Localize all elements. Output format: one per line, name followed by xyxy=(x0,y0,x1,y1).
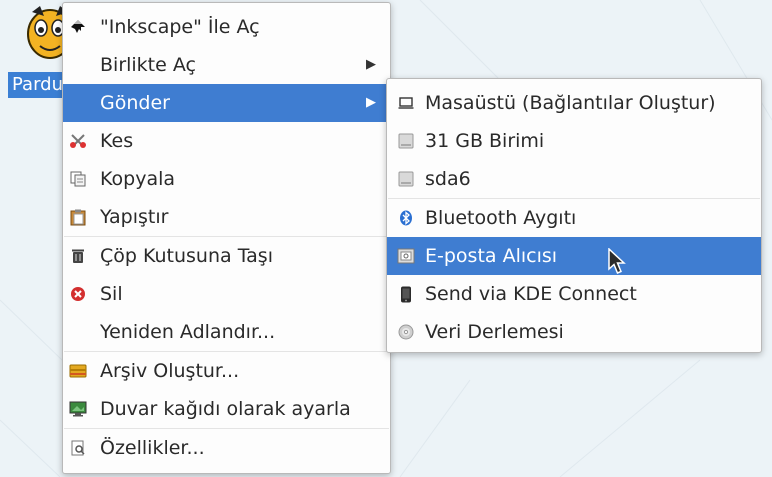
menu-item-label: Send via KDE Connect xyxy=(425,283,637,305)
menu-item-label: Gönder xyxy=(100,92,170,114)
menu-item-label: Kes xyxy=(100,130,134,152)
menu-item-label: E-posta Alıcısı xyxy=(425,245,558,267)
scissors-icon xyxy=(69,132,87,150)
menu-item-open-with-inkscape[interactable]: "Inkscape" İle Aç xyxy=(63,8,390,46)
menu-item-copy[interactable]: Kopyala xyxy=(63,160,390,198)
menu-item-label: Kopyala xyxy=(100,168,176,190)
menu-item-label: Yeniden Adlandır... xyxy=(100,321,276,343)
menu-item-create-archive[interactable]: Arşiv Oluştur... xyxy=(63,352,390,390)
clipboard-icon xyxy=(69,208,87,226)
submenu-item-data-compilation[interactable]: Veri Derlemesi xyxy=(387,313,761,351)
menu-item-properties[interactable]: Özellikler... xyxy=(63,429,390,467)
submenu-item-sda6[interactable]: sda6 xyxy=(387,160,761,198)
drive-icon xyxy=(397,132,415,150)
menu-item-label: 31 GB Birimi xyxy=(425,130,545,152)
menu-item-rename[interactable]: Yeniden Adlandır... xyxy=(63,313,390,351)
menu-item-set-wallpaper[interactable]: Duvar kağıdı olarak ayarla xyxy=(63,390,390,428)
desktop-icon-label[interactable]: Pardu xyxy=(8,72,67,98)
archive-icon xyxy=(69,362,87,380)
menu-item-label: Yapıştır xyxy=(100,206,169,228)
bluetooth-icon xyxy=(397,209,415,227)
phone-icon xyxy=(397,285,415,303)
drive-icon xyxy=(397,170,415,188)
menu-item-label: Arşiv Oluştur... xyxy=(100,360,240,382)
menu-item-move-to-trash[interactable]: Çöp Kutusuna Taşı xyxy=(63,237,390,275)
menu-item-label: Veri Derlemesi xyxy=(425,321,564,343)
menu-item-label: Bluetooth Aygıtı xyxy=(425,207,577,229)
submenu-item-email-recipient[interactable]: E-posta Alıcısı xyxy=(387,237,761,275)
menu-item-send-to[interactable]: Gönder ▶ xyxy=(63,84,390,122)
submenu-item-bluetooth[interactable]: Bluetooth Aygıtı xyxy=(387,199,761,237)
menu-item-label: Masaüstü (Bağlantılar Oluştur) xyxy=(425,92,716,114)
desktop-icon xyxy=(397,94,415,112)
menu-item-delete[interactable]: Sil xyxy=(63,275,390,313)
context-menu: "Inkscape" İle Aç Birlikte Aç ▶ Gönder ▶… xyxy=(62,2,391,474)
menu-item-label: Birlikte Aç xyxy=(100,54,196,76)
mouse-cursor-icon xyxy=(608,248,626,274)
submenu-arrow-icon: ▶ xyxy=(366,95,376,110)
menu-item-paste[interactable]: Yapıştır xyxy=(63,198,390,236)
submenu-arrow-icon: ▶ xyxy=(366,57,376,72)
menu-item-cut[interactable]: Kes xyxy=(63,122,390,160)
menu-item-label: Sil xyxy=(100,283,123,305)
submenu-item-kde-connect[interactable]: Send via KDE Connect xyxy=(387,275,761,313)
disc-icon xyxy=(397,323,415,341)
submenu-item-desktop[interactable]: Masaüstü (Bağlantılar Oluştur) xyxy=(387,84,761,122)
trash-icon xyxy=(69,247,87,265)
send-to-submenu: Masaüstü (Bağlantılar Oluştur) 31 GB Bir… xyxy=(386,78,762,353)
menu-item-label: Özellikler... xyxy=(100,437,205,459)
inkscape-icon xyxy=(69,18,87,36)
copy-icon xyxy=(69,170,87,188)
wallpaper-icon xyxy=(69,400,87,418)
menu-item-label: Duvar kağıdı olarak ayarla xyxy=(100,398,351,420)
menu-item-label: "Inkscape" İle Aç xyxy=(100,16,260,38)
menu-item-label: sda6 xyxy=(425,168,471,190)
properties-icon xyxy=(69,439,87,457)
menu-item-label: Çöp Kutusuna Taşı xyxy=(100,245,273,267)
submenu-item-31gb-volume[interactable]: 31 GB Birimi xyxy=(387,122,761,160)
email-icon xyxy=(397,247,415,265)
menu-item-open-with[interactable]: Birlikte Aç ▶ xyxy=(63,46,390,84)
delete-icon xyxy=(69,285,87,303)
